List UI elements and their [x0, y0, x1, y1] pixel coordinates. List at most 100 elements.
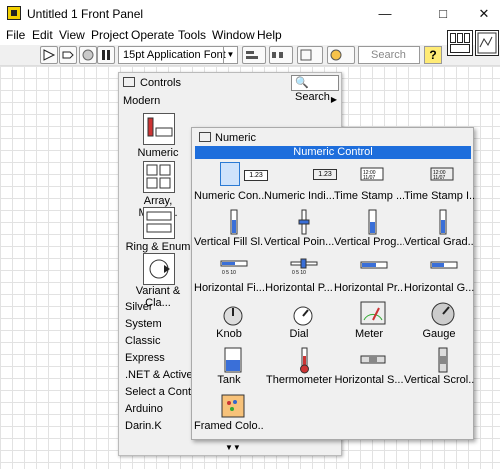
tank-icon — [220, 346, 242, 373]
minimize-button[interactable]: — — [362, 0, 408, 27]
controls-palette-title: Controls — [123, 77, 181, 89]
reorder-icon[interactable] — [327, 46, 355, 64]
palette-item-time-stamp-indicator[interactable]: 12:00 11/07 Time Stamp I... — [404, 160, 474, 206]
svg-text:0 5 10: 0 5 10 — [222, 270, 236, 276]
vertical-progress-bar-icon — [360, 208, 380, 235]
palette-item-time-stamp-control[interactable]: 12:00 11/07 Time Stamp ... — [334, 160, 404, 206]
numeric-palette-icon[interactable] — [143, 113, 175, 145]
toolbar: 15pt Application Font ▼ Search ? — [0, 45, 500, 66]
chevron-down-icon: ▼ — [223, 47, 237, 63]
palette-item-knob[interactable]: Knob — [194, 298, 264, 344]
palette-item-horizontal-progress-bar[interactable]: Horizontal Pr... — [334, 252, 404, 298]
palette-item-gauge[interactable]: Gauge — [404, 298, 474, 344]
vertical-pointer-slide-icon — [290, 208, 310, 235]
sublist-silver[interactable]: Silver — [125, 301, 153, 313]
numeric-palette: Numeric Numeric Control 1.23 Numeric Con… — [191, 127, 474, 440]
toolbar-search-input[interactable]: Search — [358, 46, 420, 64]
chevron-right-icon: ▶ — [330, 95, 337, 104]
horizontal-fill-slide-icon: 0 5 10 — [220, 254, 248, 278]
numeric-palette-selection-header: Numeric Control — [195, 146, 471, 159]
palette-item-meter[interactable]: Meter — [334, 298, 404, 344]
title-bar: Untitled 1 Front Panel — □ ✕ — [0, 0, 500, 27]
search-icon: 🔍 — [295, 77, 309, 89]
meter-icon — [360, 300, 386, 325]
pause-icon[interactable] — [97, 46, 115, 64]
framed-color-box-icon — [220, 392, 245, 418]
ring-enum-icon[interactable] — [143, 207, 175, 239]
numeric-palette-title: Numeric — [199, 132, 256, 144]
modern-category-header[interactable]: Modern ▶ — [123, 95, 339, 109]
pin-icon[interactable] — [123, 77, 135, 87]
menu-window[interactable]: Window — [212, 28, 255, 42]
palette-item-vertical-fill-slide[interactable]: Vertical Fill Sl... — [194, 206, 264, 252]
palette-item-vertical-pointer-slide[interactable]: Vertical Poin... — [264, 206, 334, 252]
menu-view[interactable]: View — [59, 28, 85, 42]
knob-icon — [220, 300, 243, 326]
context-help-button[interactable]: ? — [424, 46, 442, 64]
variant-class-icon[interactable] — [143, 253, 175, 285]
run-continuously-icon[interactable] — [59, 46, 77, 64]
numeric-indicator-icon: 1.23 — [290, 162, 337, 186]
menu-project[interactable]: Project — [91, 28, 128, 42]
resize-objects-icon[interactable] — [297, 46, 323, 64]
vi-icon[interactable] — [475, 30, 499, 56]
palette-item-framed-color-box[interactable]: Framed Colo... — [194, 390, 264, 436]
align-objects-icon[interactable] — [242, 46, 266, 64]
menu-help[interactable]: Help — [257, 28, 282, 42]
palette-item-horizontal-fill-slide[interactable]: 0 5 10 Horizontal Fi... — [194, 252, 264, 298]
sublist-system[interactable]: System — [125, 318, 162, 330]
palette-item-numeric-control[interactable]: 1.23 Numeric Con... — [194, 160, 268, 206]
palette-item-numeric-indicator[interactable]: 1.23 Numeric Indi... — [264, 160, 337, 206]
gauge-icon — [430, 300, 455, 326]
palette-item-dial[interactable]: Dial — [264, 298, 334, 344]
palette-item-thermometer[interactable]: Thermometer — [264, 344, 334, 390]
abort-icon[interactable] — [79, 46, 97, 64]
palette-item-horizontal-scrollbar[interactable]: Horizontal S... — [334, 344, 404, 390]
array-matrix-icon[interactable] — [143, 161, 175, 193]
numeric-control-icon: 1.23 — [220, 162, 268, 186]
menu-tools[interactable]: Tools — [178, 28, 206, 42]
horizontal-progress-bar-icon — [360, 254, 388, 278]
distribute-objects-icon[interactable] — [269, 46, 293, 64]
palette-item-vertical-graduated-bar[interactable]: Vertical Grad... — [404, 206, 474, 252]
svg-text:0 5 10: 0 5 10 — [292, 270, 306, 276]
search-placeholder: Search — [371, 49, 406, 61]
menu-file[interactable]: File — [6, 28, 25, 42]
run-arrow-icon[interactable] — [40, 46, 58, 64]
palette-search-button[interactable]: 🔍 Search — [291, 75, 339, 103]
horizontal-pointer-slide-icon: 0 5 10 — [290, 254, 318, 278]
maximize-button[interactable]: □ — [420, 0, 466, 27]
horizontal-graduated-bar-icon — [430, 254, 458, 278]
palette-item-tank[interactable]: Tank — [194, 344, 264, 390]
dial-icon — [290, 300, 313, 326]
thermometer-icon — [290, 346, 310, 374]
close-button[interactable]: ✕ — [468, 0, 500, 27]
menu-bar: File Edit View Project Operate Tools Win… — [0, 27, 500, 45]
font-label: 15pt Application Font — [123, 49, 226, 61]
palette-item-horizontal-graduated-bar[interactable]: Horizontal G... — [404, 252, 474, 298]
scroll-down-icon[interactable]: ▼▼ — [225, 443, 241, 452]
sublist-arduino[interactable]: Arduino — [125, 403, 163, 415]
sublist-classic[interactable]: Classic — [125, 335, 160, 347]
palette-item-vertical-scrollbar[interactable]: Vertical Scrol... — [404, 344, 474, 390]
vertical-scrollbar-icon — [430, 346, 450, 373]
menu-edit[interactable]: Edit — [32, 28, 53, 42]
vertical-graduated-bar-icon — [430, 208, 450, 235]
controls-numeric-label: Numeric — [137, 147, 179, 159]
sublist-darin-k[interactable]: Darin.K — [125, 420, 162, 432]
horizontal-scrollbar-icon — [360, 346, 386, 370]
pin-icon[interactable] — [199, 132, 211, 142]
labview-app-icon — [7, 6, 21, 20]
palette-item-horizontal-pointer-slide[interactable]: 0 5 10 Horizontal P... — [264, 252, 334, 298]
time-stamp-control-icon: 12:00 11/07 — [360, 162, 384, 186]
sublist-dotnet-activex[interactable]: .NET & ActiveX — [125, 369, 200, 381]
controls-ring-label: Ring & Enum — [125, 241, 191, 253]
palette-item-vertical-progress-bar[interactable]: Vertical Prog... — [334, 206, 404, 252]
font-selector[interactable]: 15pt Application Font ▼ — [118, 46, 238, 64]
menu-operate[interactable]: Operate — [131, 28, 174, 42]
svg-text:11/07: 11/07 — [433, 175, 445, 181]
window-title: Untitled 1 Front Panel — [27, 7, 144, 21]
vertical-fill-slide-icon — [220, 208, 240, 235]
connector-pane-icon[interactable] — [447, 30, 473, 56]
sublist-express[interactable]: Express — [125, 352, 165, 364]
